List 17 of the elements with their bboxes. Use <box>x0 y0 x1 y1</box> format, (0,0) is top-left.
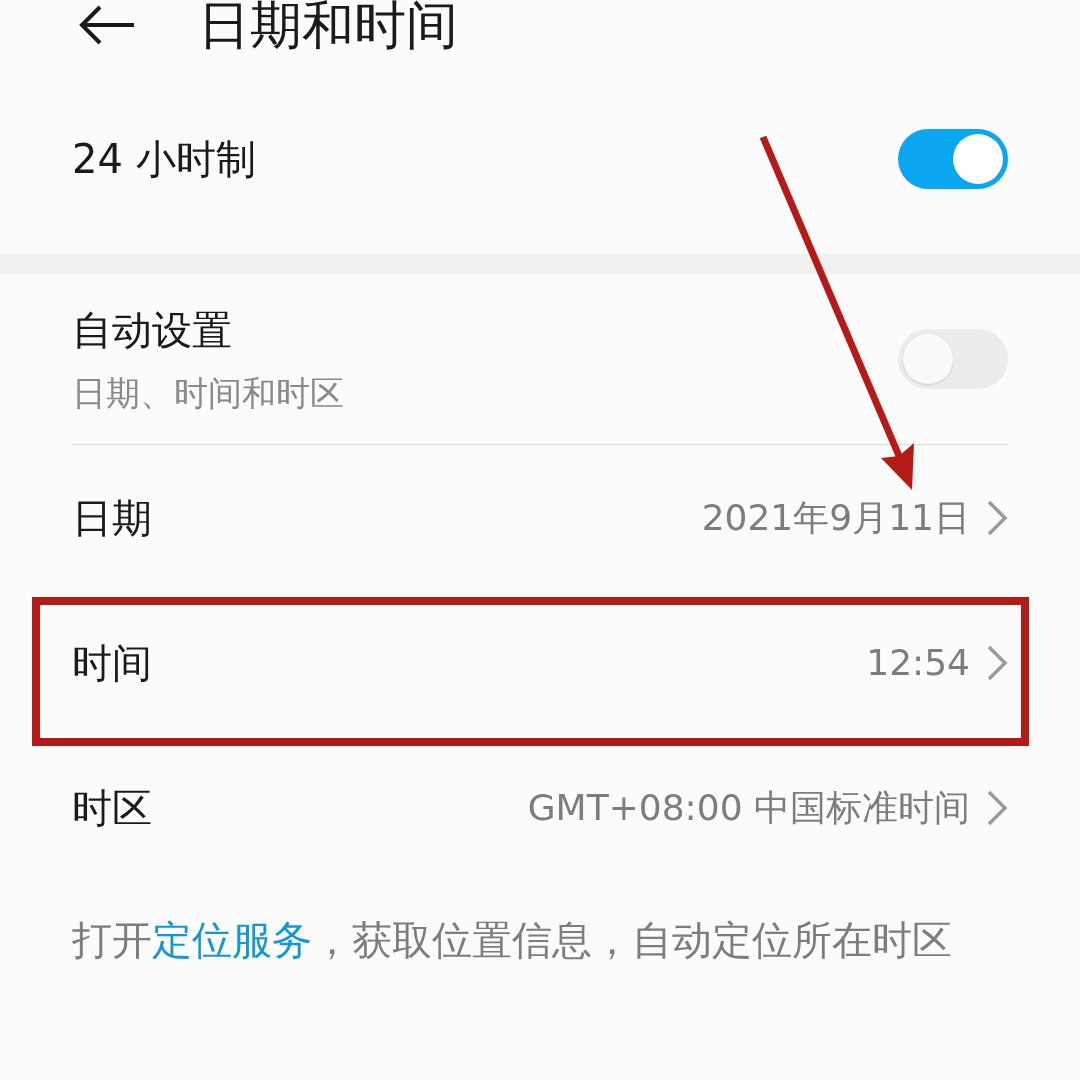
back-arrow-icon[interactable] <box>78 4 136 46</box>
row-label: 自动设置 <box>72 305 233 355</box>
chevron-right-icon <box>986 788 1008 827</box>
row-label: 日期 <box>72 493 152 543</box>
row-value: 12:54 <box>866 640 970 685</box>
row-value: GMT+08:00 中国标准时间 <box>527 785 970 830</box>
row-label: 24 小时制 <box>72 135 256 184</box>
row-subtitle: 日期、时间和时区 <box>72 371 344 415</box>
page-title: 日期和时间 <box>198 0 458 57</box>
row-label: 时间 <box>72 638 152 688</box>
toggle-switch[interactable] <box>898 129 1008 189</box>
chevron-right-icon <box>986 643 1008 682</box>
chevron-right-icon <box>986 498 1008 537</box>
row-label: 时区 <box>72 783 152 833</box>
location-service-link[interactable]: 定位服务 <box>152 917 312 963</box>
row-value: 2021年9月11日 <box>701 495 970 540</box>
location-hint: 打开定位服务，获取位置信息，自动定位所在时区 <box>71 916 953 965</box>
